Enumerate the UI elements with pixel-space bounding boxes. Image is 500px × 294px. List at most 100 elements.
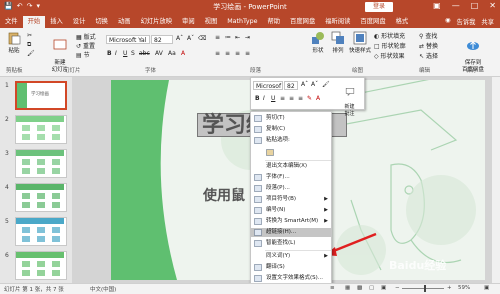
select-button[interactable]: ↖ 选择 — [419, 51, 438, 60]
context-menu-item[interactable]: 退出文本编辑(X) — [251, 162, 331, 171]
mini-align-center-icon[interactable]: ≡ — [289, 95, 294, 102]
ribbon-tab[interactable]: 视图 — [200, 16, 223, 28]
context-menu-item[interactable]: 编号(N) ▶ — [251, 206, 331, 215]
font-size-select[interactable]: 82 — [151, 35, 173, 44]
context-menu-item[interactable]: 字体(F)... — [251, 173, 331, 182]
font-name-select[interactable]: Microsoft Yal — [106, 35, 150, 44]
section-button[interactable]: ▤ 节 — [76, 50, 90, 59]
cut-icon[interactable]: ✂ — [27, 32, 32, 39]
ribbon-display-icon[interactable]: ▣ — [433, 1, 441, 10]
italic-icon[interactable]: I — [115, 50, 117, 57]
numbering-icon[interactable]: ≔ — [225, 34, 231, 41]
shape-outline-button[interactable]: □ 形状轮廓 — [374, 41, 406, 50]
mini-new-comment-button[interactable]: 新建 批注 — [337, 80, 362, 118]
change-case-icon[interactable]: Aa — [168, 50, 176, 57]
fit-slide-icon[interactable]: ▣ — [484, 285, 489, 291]
zoom-in-icon[interactable]: + — [447, 285, 452, 291]
bold-icon[interactable]: B — [107, 50, 112, 57]
layout-button[interactable]: ▦ 版式 — [76, 32, 96, 41]
slide-thumbnail[interactable] — [15, 115, 67, 144]
grow-font-icon[interactable]: Aˆ — [176, 35, 183, 42]
mini-size-select[interactable]: 82 — [284, 81, 298, 90]
context-menu-item[interactable]: 转换为 SmartArt(M) ▶ — [251, 217, 331, 226]
quick-styles-button[interactable]: 快速样式 — [348, 31, 372, 54]
ribbon-tab[interactable]: 设计 — [68, 16, 91, 28]
context-menu-item[interactable]: 超链接(H)... — [251, 228, 331, 237]
strikethrough-icon[interactable]: abc — [139, 50, 150, 57]
ribbon-tab[interactable]: 开始 — [22, 16, 46, 28]
context-menu-item[interactable]: 复制(C) — [251, 125, 331, 134]
context-menu-item[interactable]: 智能查找(L) — [251, 239, 331, 248]
reset-button[interactable]: ↺ 重置 — [76, 41, 95, 50]
ribbon-tab[interactable]: 百度网盘 — [285, 16, 320, 28]
replace-button[interactable]: ⇄ 替换 — [419, 41, 438, 50]
tell-me-search[interactable]: 告诉我 — [457, 17, 476, 26]
mini-align-left-icon[interactable]: ≡ — [280, 95, 285, 102]
ribbon-tab[interactable]: 动画 — [113, 16, 136, 28]
font-color-icon[interactable]: A — [181, 50, 185, 57]
paste-button[interactable]: 粘贴 — [3, 31, 25, 54]
context-menu-item[interactable]: 同义词(Y) ▶ — [251, 252, 331, 261]
slide-thumbnail[interactable] — [15, 251, 67, 280]
mini-shrink-font-icon[interactable]: Aˇ — [311, 81, 318, 88]
slide-sorter-icon[interactable]: ▩ — [357, 285, 362, 291]
zoom-slider[interactable] — [402, 288, 444, 289]
decrease-indent-icon[interactable]: ⇤ — [235, 34, 240, 41]
bullets-icon[interactable]: ≡ — [215, 34, 220, 41]
zoom-out-icon[interactable]: − — [395, 285, 400, 291]
maximize-icon[interactable]: □ — [471, 1, 479, 10]
underline-icon[interactable]: U — [123, 50, 127, 57]
slideshow-icon[interactable]: ▣ — [381, 285, 386, 291]
shadow-icon[interactable]: S — [131, 50, 135, 57]
ribbon-tab[interactable]: 文件 — [0, 16, 23, 28]
context-menu-item[interactable]: 设置文字效果格式(S)... — [251, 274, 331, 283]
ribbon-tab[interactable]: 格式 — [391, 16, 414, 28]
clear-format-icon[interactable]: ⌫ — [198, 35, 206, 42]
vertical-scrollbar[interactable] — [492, 77, 500, 283]
slide-thumbnail[interactable]: 学习绘画 — [15, 81, 67, 110]
slide-thumbnail[interactable] — [15, 149, 67, 178]
share-button[interactable]: 共享 — [481, 17, 494, 26]
justify-icon[interactable]: ≡ — [245, 50, 250, 57]
slide-subtitle-text[interactable]: 使用鼠 — [203, 185, 245, 205]
format-painter-icon[interactable]: 🖌 — [27, 50, 35, 57]
find-button[interactable]: ⚲ 查找 — [419, 31, 437, 40]
increase-indent-icon[interactable]: ⇥ — [245, 34, 250, 41]
shape-effects-button[interactable]: ◇ 形状效果 — [374, 51, 405, 60]
ribbon-tab[interactable]: MathType — [222, 16, 262, 28]
mini-italic-icon[interactable]: I — [263, 95, 265, 102]
mini-font-select[interactable]: Microsof — [253, 81, 283, 90]
ribbon-tab[interactable]: 幻灯片放映 — [136, 16, 177, 28]
mini-highlight-icon[interactable]: ✎ — [307, 95, 312, 102]
mini-underline-icon[interactable]: U — [271, 95, 275, 102]
ribbon-tab[interactable]: 百度网盘 — [355, 16, 390, 28]
minimize-icon[interactable]: — — [452, 1, 460, 10]
align-left-icon[interactable]: ≡ — [215, 50, 220, 57]
reading-view-icon[interactable]: ▢ — [369, 285, 374, 291]
ribbon-tab[interactable]: 切换 — [90, 16, 113, 28]
align-right-icon[interactable]: ≡ — [235, 50, 240, 57]
close-icon[interactable]: ✕ — [489, 1, 496, 10]
ribbon-tab[interactable]: 插入 — [45, 16, 68, 28]
language-status[interactable]: 中文(中国) — [90, 285, 116, 293]
login-button[interactable]: 登录 — [365, 2, 393, 12]
mini-align-right-icon[interactable]: ≡ — [298, 95, 303, 102]
zoom-slider-thumb[interactable] — [424, 285, 426, 292]
notes-icon[interactable]: ≡ — [330, 285, 335, 291]
slide-thumbnail[interactable] — [15, 217, 67, 246]
ribbon-tab[interactable]: 帮助 — [262, 16, 285, 28]
mini-format-painter-icon[interactable]: 🖌 — [322, 81, 330, 88]
shape-fill-button[interactable]: ◐ 形状填充 — [374, 31, 405, 40]
context-menu-item[interactable]: 剪切(T) — [251, 114, 331, 123]
shrink-font-icon[interactable]: Aˇ — [187, 35, 194, 42]
context-menu-item[interactable]: 粘贴选项: — [251, 136, 331, 145]
normal-view-icon[interactable]: ▦ — [345, 285, 350, 291]
mini-bold-icon[interactable]: B — [255, 95, 260, 102]
arrange-button[interactable]: 排列 — [329, 31, 347, 54]
char-spacing-icon[interactable]: AV — [155, 50, 163, 57]
mini-font-color-icon[interactable]: A — [316, 95, 320, 102]
align-center-icon[interactable]: ≡ — [225, 50, 230, 57]
shape-button[interactable]: 形状 — [309, 31, 327, 54]
ribbon-tab[interactable]: 审阅 — [177, 16, 200, 28]
context-menu-item[interactable] — [251, 147, 331, 160]
